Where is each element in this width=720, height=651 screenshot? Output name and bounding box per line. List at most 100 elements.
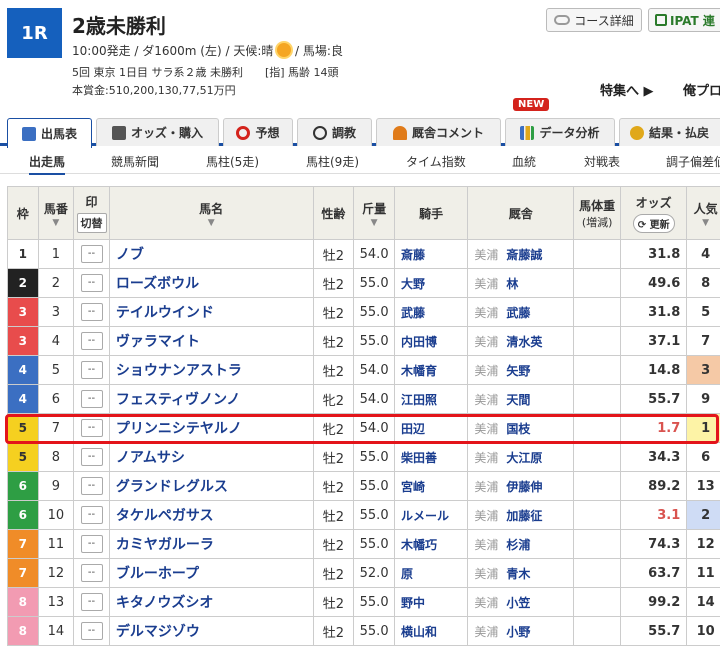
jockey-link[interactable]: 内田博 [393,326,469,356]
mark-select[interactable]: -- [80,419,103,437]
odds-cell[interactable]: 63.7 [620,558,688,588]
trainer-link[interactable]: 小野 [506,625,530,639]
horse-name-link[interactable]: テイルウインド [108,297,314,327]
odds-cell[interactable]: 31.8 [620,297,688,327]
col-horse[interactable]: 馬名 ▼ [108,186,314,240]
subnav-past5[interactable]: 馬柱(5走) [206,153,259,170]
tab-training[interactable]: 調教 [297,118,372,146]
jockey-link[interactable]: 武藤 [393,297,469,327]
tab-data-analysis[interactable]: データ分析 [505,118,615,146]
ipat-button[interactable]: IPAT 連 [648,8,720,32]
mark-select[interactable]: -- [80,245,103,263]
mark-select[interactable]: -- [80,332,103,350]
tab-stable-comment[interactable]: 厩舎コメント [376,118,501,146]
subnav-time-index[interactable]: タイム指数 [406,153,466,170]
umaban-cell: 3 [37,297,75,327]
odds-update-button[interactable]: ⟳ 更新 [632,213,675,233]
odds-cell[interactable]: 3.1 [620,500,688,530]
jockey-link[interactable]: 田辺 [393,413,469,443]
jockey-link[interactable]: 江田照 [393,384,469,414]
trainer-link[interactable]: 加藤征 [506,509,542,523]
mark-select[interactable]: -- [80,564,103,582]
tab-results[interactable]: 結果・払戻 [619,118,720,146]
tab-odds[interactable]: オッズ・購入 [96,118,219,146]
jockey-link[interactable]: 柴田善 [393,442,469,472]
jockey-link[interactable]: 宮崎 [393,471,469,501]
umaban-cell: 1 [37,239,75,269]
odds-cell[interactable]: 14.8 [620,355,688,385]
subnav-newspaper[interactable]: 競馬新聞 [111,153,159,170]
my-pro-link[interactable]: 俺プロ [683,80,720,99]
mark-select[interactable]: -- [80,390,103,408]
trainer-link[interactable]: 天間 [506,393,530,407]
mark-select[interactable]: -- [80,535,103,553]
mark-select[interactable]: -- [80,506,103,524]
jockey-link[interactable]: 野中 [393,587,469,617]
horse-name-link[interactable]: デルマジゾウ [108,616,314,646]
feature-link[interactable]: 特集へ ▶ [600,80,654,99]
horse-name-link[interactable]: ショウナンアストラ [108,355,314,385]
horse-name-link[interactable]: プリンニシテヤルノ [108,413,314,443]
mark-select[interactable]: -- [80,448,103,466]
odds-cell[interactable]: 55.7 [620,616,688,646]
jockey-link[interactable]: ルメール [393,500,469,530]
horse-name-link[interactable]: カミヤガルーラ [108,529,314,559]
sexage-cell: 牝2 [312,413,355,443]
trainer-link[interactable]: 国枝 [506,422,530,436]
subnav-past9[interactable]: 馬柱(9走) [306,153,359,170]
jockey-link[interactable]: 原 [393,558,469,588]
col-popularity[interactable]: 人気 ▼ [686,186,720,240]
trainer-link[interactable]: 伊藤伸 [506,480,542,494]
mark-toggle-button[interactable]: 切替 [76,213,107,233]
horse-name-link[interactable]: フェスティヴノンノ [108,384,314,414]
body-weight-cell [573,239,622,269]
subnav-matchup[interactable]: 対戦表 [584,153,620,170]
trainer-link[interactable]: 林 [506,277,518,291]
horse-name-link[interactable]: ブルーホープ [108,558,314,588]
horse-name-link[interactable]: ローズボウル [108,268,314,298]
horse-name-link[interactable]: グランドレグルス [108,471,314,501]
trainer-link[interactable]: 武藤 [506,306,530,320]
odds-cell[interactable]: 74.3 [620,529,688,559]
odds-cell[interactable]: 49.6 [620,268,688,298]
mark-select[interactable]: -- [80,477,103,495]
col-umaban[interactable]: 馬番 ▼ [37,186,75,240]
trainer-link[interactable]: 杉浦 [506,538,530,552]
jockey-link[interactable]: 木幡育 [393,355,469,385]
odds-cell[interactable]: 89.2 [620,471,688,501]
trainer-link[interactable]: 斎藤誠 [506,248,542,262]
subnav-runners[interactable]: 出走馬 [29,153,66,175]
mark-select[interactable]: -- [80,361,103,379]
tab-prediction[interactable]: 予想 [223,118,293,146]
mark-select[interactable]: -- [80,303,103,321]
odds-cell[interactable]: 34.3 [620,442,688,472]
odds-cell[interactable]: 99.2 [620,587,688,617]
jockey-link[interactable]: 大野 [393,268,469,298]
mark-select[interactable]: -- [80,622,103,640]
mark-select[interactable]: -- [80,593,103,611]
trainer-link[interactable]: 大江原 [506,451,542,465]
trainer-link[interactable]: 小笠 [506,596,530,610]
odds-cell[interactable]: 37.1 [620,326,688,356]
subnav-pedigree[interactable]: 血統 [512,153,536,170]
mark-select[interactable]: -- [80,274,103,292]
horse-name-link[interactable]: ノアムサシ [108,442,314,472]
horse-name-link[interactable]: ヴァラマイト [108,326,314,356]
trainer-link[interactable]: 清水英 [506,335,542,349]
jockey-link[interactable]: 横山和 [393,616,469,646]
jockey-link[interactable]: 木幡巧 [393,529,469,559]
col-weight[interactable]: 斤量 ▼ [353,186,395,240]
course-detail-button[interactable]: コース詳細 [546,8,642,32]
horse-name-link[interactable]: タケルペガサス [108,500,314,530]
horse-name-link[interactable]: ノブ [108,239,314,269]
jockey-link[interactable]: 斎藤 [393,239,469,269]
trainer-link[interactable]: 青木 [506,567,530,581]
trainer-link[interactable]: 矢野 [506,364,530,378]
odds-cell[interactable]: 55.7 [620,384,688,414]
mark-cell: -- [73,616,110,646]
tab-shutsuba[interactable]: 出馬表 [7,118,92,148]
horse-name-link[interactable]: キタノウズシオ [108,587,314,617]
subnav-condition[interactable]: 調子偏差値 [666,153,720,170]
odds-cell[interactable]: 31.8 [620,239,688,269]
odds-cell[interactable]: 1.7 [620,413,688,443]
